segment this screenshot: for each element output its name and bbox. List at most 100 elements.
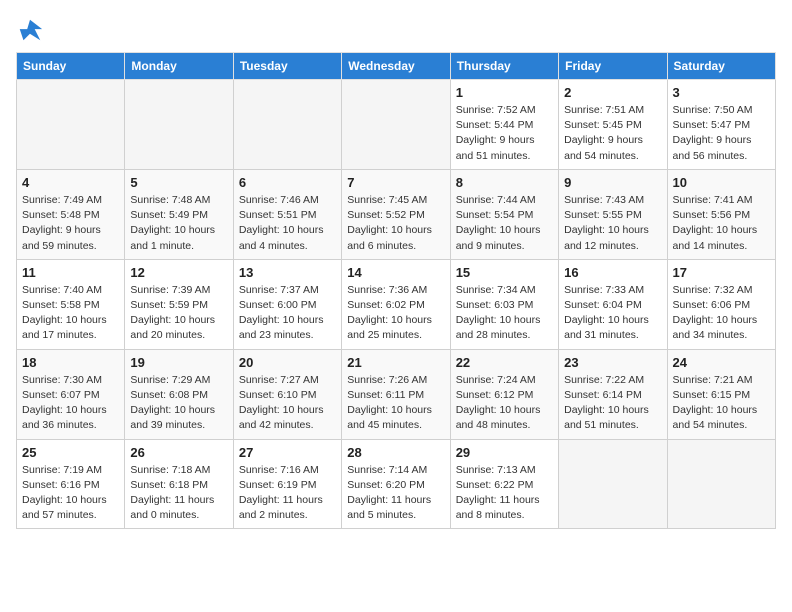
col-header-monday: Monday (125, 53, 233, 80)
day-info: Sunrise: 7:49 AM Sunset: 5:48 PM Dayligh… (22, 193, 119, 254)
day-cell: 16 Sunrise: 7:33 AM Sunset: 6:04 PM Dayli… (559, 259, 667, 349)
day-cell: 20Sunrise: 7:27 AM Sunset: 6:10 PM Dayli… (233, 349, 341, 439)
day-cell: 26 Sunrise: 7:18 AM Sunset: 6:18 PM Dayli… (125, 439, 233, 529)
day-info: Sunrise: 7:34 AM Sunset: 6:03 PM Dayligh… (456, 283, 553, 344)
day-info: Sunrise: 7:41 AM Sunset: 5:56 PM Dayligh… (673, 193, 770, 254)
day-info: Sunrise: 7:51 AM Sunset: 5:45 PM Dayligh… (564, 103, 661, 164)
day-cell: 8 Sunrise: 7:44 AM Sunset: 5:54 PM Daylig… (450, 169, 558, 259)
day-cell (559, 439, 667, 529)
day-info: Sunrise: 7:40 AM Sunset: 5:58 PM Dayligh… (22, 283, 119, 344)
day-number: 4 (22, 175, 119, 190)
day-cell: 3 Sunrise: 7:50 AM Sunset: 5:47 PM Daylig… (667, 80, 775, 170)
day-number: 2 (564, 85, 661, 100)
day-cell: 4 Sunrise: 7:49 AM Sunset: 5:48 PM Daylig… (17, 169, 125, 259)
day-cell: 7 Sunrise: 7:45 AM Sunset: 5:52 PM Daylig… (342, 169, 450, 259)
day-number: 3 (673, 85, 770, 100)
day-cell (125, 80, 233, 170)
day-info: Sunrise: 7:16 AM Sunset: 6:19 PM Dayligh… (239, 463, 336, 524)
day-cell: 22 Sunrise: 7:24 AM Sunset: 6:12 PM Dayli… (450, 349, 558, 439)
day-cell: 6Sunrise: 7:46 AM Sunset: 5:51 PM Daylig… (233, 169, 341, 259)
day-info: Sunrise: 7:21 AM Sunset: 6:15 PM Dayligh… (673, 373, 770, 434)
day-number: 21 (347, 355, 444, 370)
day-number: 1 (456, 85, 553, 100)
day-number: 10 (673, 175, 770, 190)
day-info: Sunrise: 7:26 AM Sunset: 6:11 PM Dayligh… (347, 373, 444, 434)
day-number: 16 (564, 265, 661, 280)
day-cell (17, 80, 125, 170)
day-number: 29 (456, 445, 553, 460)
week-row-4: 18 Sunrise: 7:30 AM Sunset: 6:07 PM Dayli… (17, 349, 776, 439)
logo (16, 16, 48, 44)
day-number: 7 (347, 175, 444, 190)
day-info: Sunrise: 7:48 AM Sunset: 5:49 PM Dayligh… (130, 193, 227, 254)
day-cell: 9 Sunrise: 7:43 AM Sunset: 5:55 PM Daylig… (559, 169, 667, 259)
day-info: Sunrise: 7:39 AM Sunset: 5:59 PM Dayligh… (130, 283, 227, 344)
col-header-saturday: Saturday (667, 53, 775, 80)
logo-bird-icon (16, 16, 44, 44)
day-cell (667, 439, 775, 529)
col-header-sunday: Sunday (17, 53, 125, 80)
day-info: Sunrise: 7:19 AM Sunset: 6:16 PM Dayligh… (22, 463, 119, 524)
day-cell: 23 Sunrise: 7:22 AM Sunset: 6:14 PM Dayli… (559, 349, 667, 439)
day-info: Sunrise: 7:45 AM Sunset: 5:52 PM Dayligh… (347, 193, 444, 254)
col-header-wednesday: Wednesday (342, 53, 450, 80)
col-header-tuesday: Tuesday (233, 53, 341, 80)
day-cell: 27 Sunrise: 7:16 AM Sunset: 6:19 PM Dayli… (233, 439, 341, 529)
day-cell (342, 80, 450, 170)
col-header-thursday: Thursday (450, 53, 558, 80)
day-info: Sunrise: 7:33 AM Sunset: 6:04 PM Dayligh… (564, 283, 661, 344)
day-number: 27 (239, 445, 336, 460)
day-cell: 21 Sunrise: 7:26 AM Sunset: 6:11 PM Dayli… (342, 349, 450, 439)
day-number: 14 (347, 265, 444, 280)
day-number: 23 (564, 355, 661, 370)
day-info: Sunrise: 7:36 AM Sunset: 6:02 PM Dayligh… (347, 283, 444, 344)
day-cell: 11 Sunrise: 7:40 AM Sunset: 5:58 PM Dayli… (17, 259, 125, 349)
day-info: Sunrise: 7:43 AM Sunset: 5:55 PM Dayligh… (564, 193, 661, 254)
day-cell: 17Sunrise: 7:32 AM Sunset: 6:06 PM Dayli… (667, 259, 775, 349)
day-number: 8 (456, 175, 553, 190)
day-number: 25 (22, 445, 119, 460)
day-number: 18 (22, 355, 119, 370)
day-cell: 25 Sunrise: 7:19 AM Sunset: 6:16 PM Dayli… (17, 439, 125, 529)
day-number: 15 (456, 265, 553, 280)
day-info: Sunrise: 7:18 AM Sunset: 6:18 PM Dayligh… (130, 463, 227, 524)
page-header (16, 16, 776, 44)
day-info: Sunrise: 7:44 AM Sunset: 5:54 PM Dayligh… (456, 193, 553, 254)
day-cell: 18 Sunrise: 7:30 AM Sunset: 6:07 PM Dayli… (17, 349, 125, 439)
day-number: 9 (564, 175, 661, 190)
day-info: Sunrise: 7:30 AM Sunset: 6:07 PM Dayligh… (22, 373, 119, 434)
day-info: Sunrise: 7:27 AM Sunset: 6:10 PM Dayligh… (239, 373, 336, 434)
day-number: 24 (673, 355, 770, 370)
day-cell: 1 Sunrise: 7:52 AM Sunset: 5:44 PM Daylig… (450, 80, 558, 170)
day-number: 5 (130, 175, 227, 190)
day-cell: 13Sunrise: 7:37 AM Sunset: 6:00 PM Dayli… (233, 259, 341, 349)
day-number: 19 (130, 355, 227, 370)
day-number: 26 (130, 445, 227, 460)
day-number: 22 (456, 355, 553, 370)
calendar-header-row: SundayMondayTuesdayWednesdayThursdayFrid… (17, 53, 776, 80)
day-info: Sunrise: 7:13 AM Sunset: 6:22 PM Dayligh… (456, 463, 553, 524)
day-cell: 10 Sunrise: 7:41 AM Sunset: 5:56 PM Dayli… (667, 169, 775, 259)
day-info: Sunrise: 7:50 AM Sunset: 5:47 PM Dayligh… (673, 103, 770, 164)
col-header-friday: Friday (559, 53, 667, 80)
day-cell: 12Sunrise: 7:39 AM Sunset: 5:59 PM Dayli… (125, 259, 233, 349)
day-number: 13 (239, 265, 336, 280)
week-row-3: 11 Sunrise: 7:40 AM Sunset: 5:58 PM Dayli… (17, 259, 776, 349)
day-info: Sunrise: 7:24 AM Sunset: 6:12 PM Dayligh… (456, 373, 553, 434)
calendar-table: SundayMondayTuesdayWednesdayThursdayFrid… (16, 52, 776, 529)
day-info: Sunrise: 7:22 AM Sunset: 6:14 PM Dayligh… (564, 373, 661, 434)
day-number: 11 (22, 265, 119, 280)
day-cell: 19 Sunrise: 7:29 AM Sunset: 6:08 PM Dayli… (125, 349, 233, 439)
day-cell: 14 Sunrise: 7:36 AM Sunset: 6:02 PM Dayli… (342, 259, 450, 349)
week-row-1: 1 Sunrise: 7:52 AM Sunset: 5:44 PM Daylig… (17, 80, 776, 170)
day-cell: 2 Sunrise: 7:51 AM Sunset: 5:45 PM Daylig… (559, 80, 667, 170)
day-info: Sunrise: 7:29 AM Sunset: 6:08 PM Dayligh… (130, 373, 227, 434)
day-number: 28 (347, 445, 444, 460)
day-info: Sunrise: 7:52 AM Sunset: 5:44 PM Dayligh… (456, 103, 553, 164)
day-cell: 28Sunrise: 7:14 AM Sunset: 6:20 PM Dayli… (342, 439, 450, 529)
day-cell: 24 Sunrise: 7:21 AM Sunset: 6:15 PM Dayli… (667, 349, 775, 439)
day-info: Sunrise: 7:32 AM Sunset: 6:06 PM Dayligh… (673, 283, 770, 344)
week-row-5: 25 Sunrise: 7:19 AM Sunset: 6:16 PM Dayli… (17, 439, 776, 529)
week-row-2: 4 Sunrise: 7:49 AM Sunset: 5:48 PM Daylig… (17, 169, 776, 259)
day-cell (233, 80, 341, 170)
